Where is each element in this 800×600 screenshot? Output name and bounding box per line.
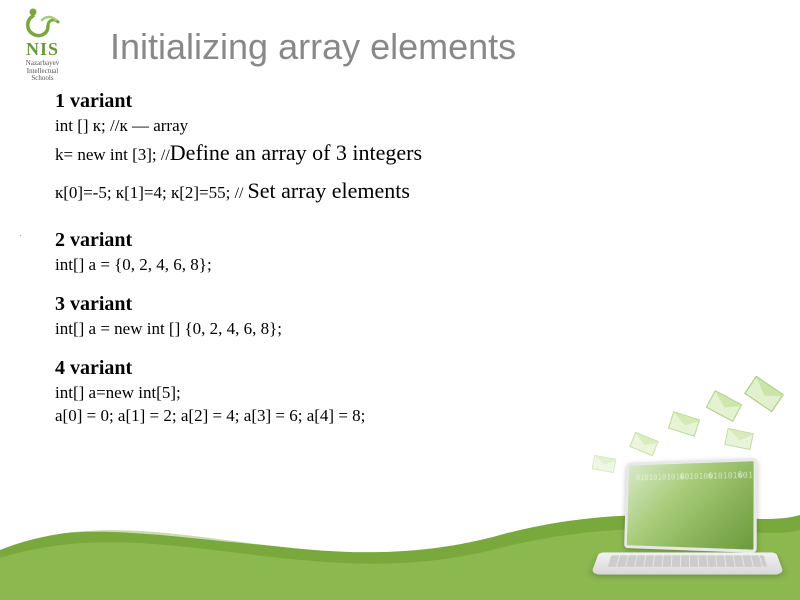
laptop-illustration [595, 460, 780, 590]
variant1-line1: int [] к; //к — array [55, 115, 755, 138]
decorative-dot: . [20, 232, 22, 238]
variant3-head: 3 variant [55, 291, 755, 318]
laptop-base [591, 552, 785, 574]
variant1-head: 1 variant [55, 88, 755, 115]
variant4-head: 4 variant [55, 355, 755, 382]
variant2-line1: int[] a = {0, 2, 4, 6, 8}; [55, 254, 755, 277]
nis-logo: NIS Nazarbayev Intellectual Schools [10, 6, 75, 83]
v1-l3-code: к[0]=-5; к[1]=4; к[2]=55; [55, 183, 235, 202]
variant4-line2: a[0] = 0; a[1] = 2; a[2] = 4; a[3] = 6; … [55, 405, 755, 428]
v1-l2-slash: // [161, 147, 170, 164]
variant2-head: 2 variant [55, 227, 755, 254]
v1-l2-code: k= new int [3]; [55, 145, 161, 164]
logo-swirl-icon [18, 6, 68, 41]
logo-acronym: NIS [10, 39, 75, 60]
v1-l3-slash: // [235, 185, 248, 202]
slide-title: Initializing array elements [110, 28, 516, 66]
variant3-line1: int[] a = new int [] {0, 2, 4, 6, 8}; [55, 318, 755, 341]
variant1-line3: к[0]=-5; к[1]=4; к[2]=55; // Set array e… [55, 176, 755, 206]
v1-l2-comment: Define an array of 3 integers [170, 140, 422, 165]
logo-line3: Schools [10, 75, 75, 83]
variant1-line2: k= new int [3]; //Define an array of 3 i… [55, 138, 755, 168]
v1-l3-comment: Set array elements [247, 178, 410, 203]
variant4-line1: int[] a=new int[5]; [55, 382, 755, 405]
laptop-keyboard [608, 555, 767, 566]
laptop-screen [624, 458, 757, 553]
slide-body: 1 variant int [] к; //к — array k= new i… [55, 88, 755, 428]
